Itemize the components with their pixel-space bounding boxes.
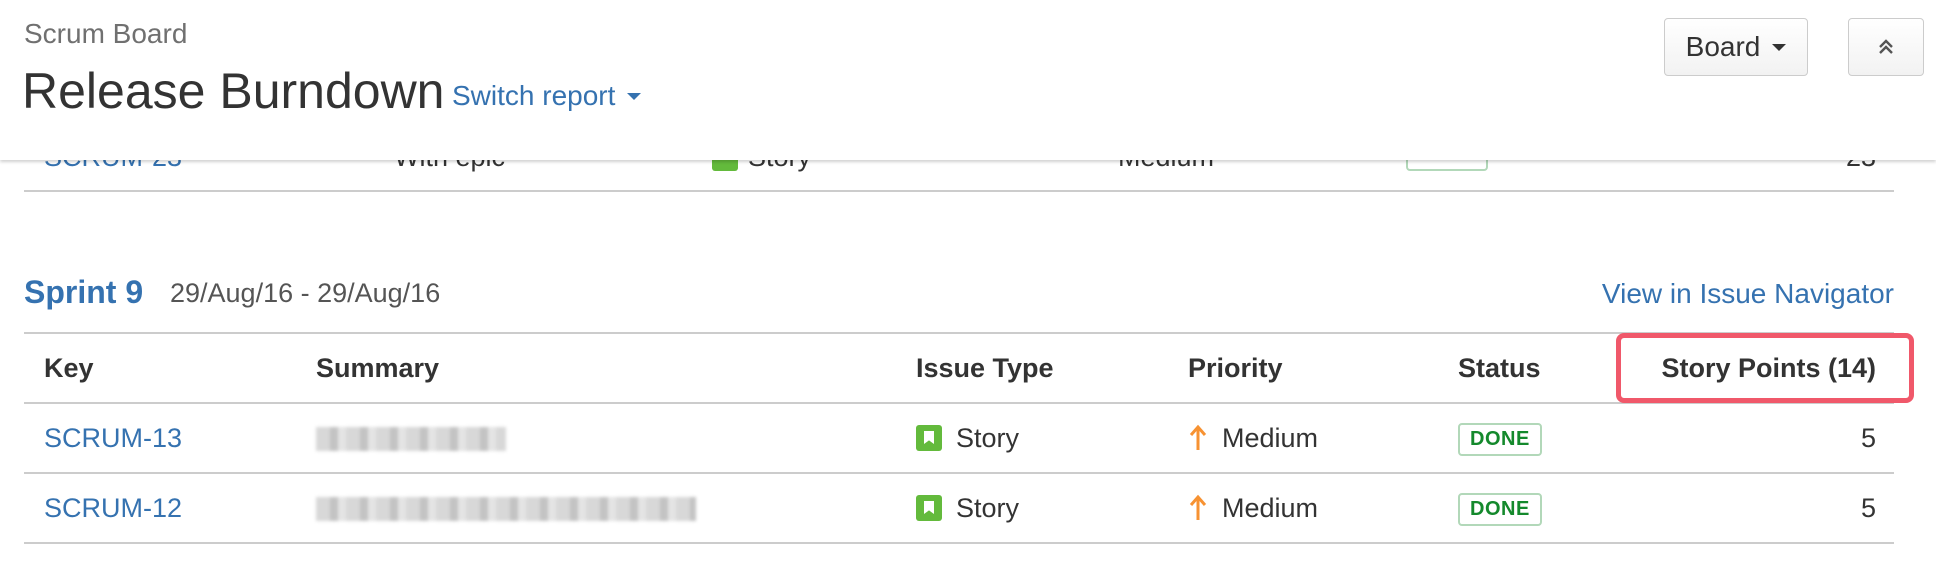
column-header-status: Status — [1458, 332, 1638, 404]
priority-medium-arrow-icon — [1189, 424, 1207, 450]
redacted-summary — [316, 497, 696, 522]
column-header-story-points: Story Points (14) — [1638, 332, 1894, 404]
issue-key-link[interactable]: SCRUM-12 — [44, 493, 182, 523]
priority-label: Medium — [1222, 422, 1319, 453]
status-badge: DONE — [1458, 492, 1542, 526]
table-row: SCRUM-13 Story Medium DONE 5 — [24, 403, 1894, 474]
page-title: Release Burndown — [22, 63, 445, 119]
table-row: SCRUM-12 Story Medium DONE 5 — [24, 473, 1894, 544]
story-points-value: 5 — [1860, 492, 1876, 523]
column-header-summary: Summary — [316, 332, 916, 404]
double-chevron-up-icon — [1879, 39, 1893, 54]
redacted-summary — [316, 427, 506, 452]
caret-down-icon — [627, 92, 642, 100]
collapse-header-button[interactable] — [1848, 18, 1924, 76]
priority-label: Medium — [1222, 492, 1319, 523]
switch-report-dropdown[interactable]: Switch report — [452, 80, 642, 112]
story-icon — [916, 495, 942, 521]
priority-medium-arrow-icon — [1189, 494, 1207, 520]
sprint-name: Sprint 9 — [24, 274, 144, 310]
column-header-priority: Priority — [1188, 332, 1458, 404]
view-in-issue-navigator-link[interactable]: View in Issue Navigator — [1602, 278, 1894, 310]
sprint-header: Sprint 9 29/Aug/16 - 29/Aug/16 View in I… — [24, 270, 1894, 330]
story-icon — [916, 425, 942, 451]
issue-type-label: Story — [956, 422, 1020, 453]
column-header-key: Key — [24, 332, 316, 404]
caret-down-icon — [1772, 43, 1787, 51]
board-button-label: Board — [1685, 31, 1761, 62]
column-header-issue-type: Issue Type — [916, 332, 1188, 404]
report-header: Scrum Board Release Burndown Switch repo… — [0, 0, 1936, 160]
sprint-dates: 29/Aug/16 - 29/Aug/16 — [170, 278, 441, 308]
board-button[interactable]: Board — [1664, 18, 1808, 76]
status-badge: DONE — [1458, 422, 1542, 456]
sprint-issues-table: Key Summary Issue Type Priority Status S… — [24, 332, 1894, 544]
switch-report-label: Switch report — [452, 80, 616, 111]
issue-type-label: Story — [956, 492, 1020, 523]
board-name: Scrum Board — [24, 18, 188, 49]
issue-key-link[interactable]: SCRUM-13 — [44, 423, 182, 453]
table-header-row: Key Summary Issue Type Priority Status S… — [24, 332, 1894, 404]
story-points-value: 5 — [1860, 422, 1876, 453]
